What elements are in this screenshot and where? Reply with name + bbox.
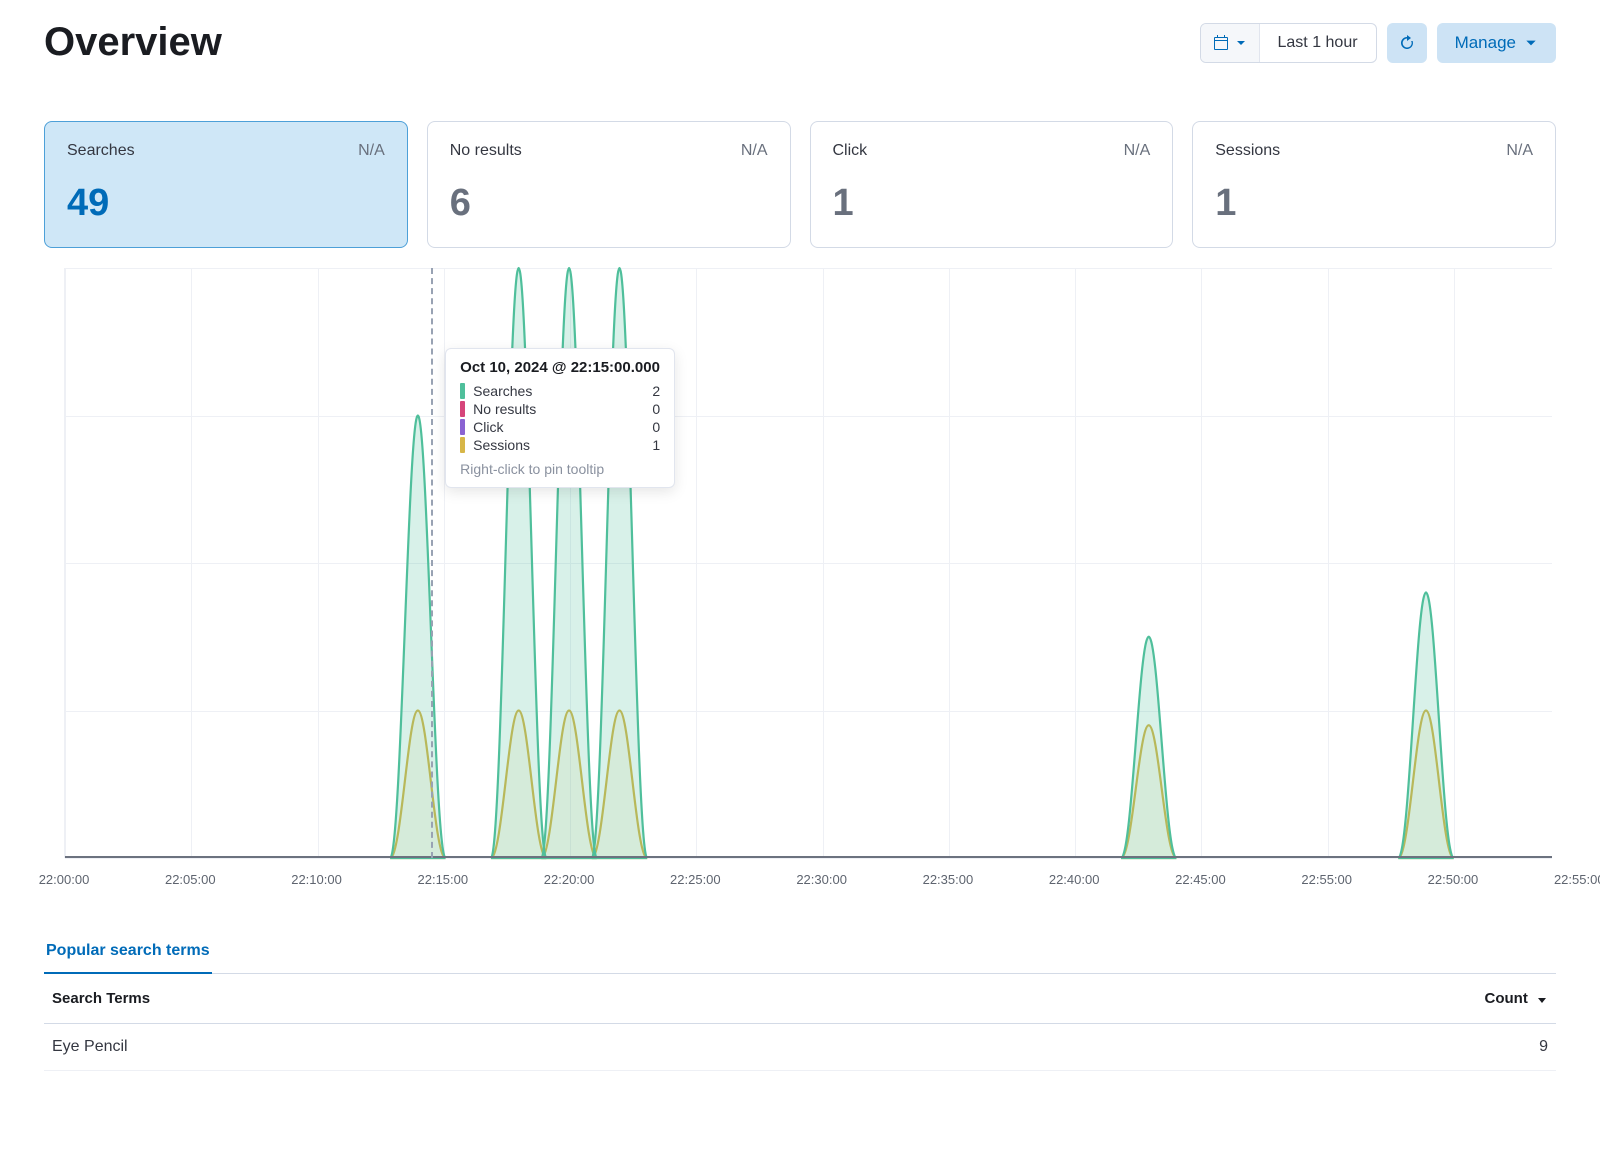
x-tick-label: 22:40:00 [1049, 872, 1100, 887]
x-tick-label: 22:55:00 [1554, 872, 1600, 887]
refresh-button[interactable] [1387, 23, 1427, 63]
stat-card-no-results[interactable]: No results N/A 6 [427, 121, 791, 248]
chevron-down-icon [1524, 36, 1538, 50]
tooltip-footer: Right-click to pin tooltip [460, 461, 660, 477]
tooltip-row: Sessions 1 [460, 436, 660, 454]
tooltip-series-value: 0 [652, 419, 660, 435]
chart-tooltip: Oct 10, 2024 @ 22:15:00.000 Searches2No … [445, 348, 675, 488]
search-terms-tabs: Popular search terms [44, 932, 1556, 974]
tooltip-row: Searches 2 [460, 382, 660, 400]
page-title: Overview [44, 20, 222, 65]
calendar-trigger[interactable] [1201, 24, 1260, 62]
tooltip-series-label: Sessions [473, 437, 644, 453]
tooltip-row: No results 0 [460, 400, 660, 418]
stat-card-sessions[interactable]: Sessions N/A 1 [1192, 121, 1556, 248]
tooltip-swatch [460, 383, 465, 399]
tooltip-series-value: 1 [652, 437, 660, 453]
stat-value: 49 [67, 182, 385, 225]
chart-hover-line [431, 268, 433, 858]
tooltip-swatch [460, 401, 465, 417]
chevron-down-icon [1235, 37, 1247, 49]
tooltip-swatch [460, 437, 465, 453]
cell-count: 9 [935, 1024, 1556, 1071]
col-header-count[interactable]: Count [935, 974, 1556, 1024]
cell-term: Eye Pencil [44, 1024, 935, 1071]
tooltip-series-label: Searches [473, 383, 644, 399]
manage-button-label: Manage [1455, 33, 1516, 53]
x-tick-label: 22:15:00 [418, 872, 469, 887]
time-range-picker[interactable]: Last 1 hour [1200, 23, 1377, 63]
calendar-icon [1213, 35, 1229, 51]
tooltip-series-value: 2 [652, 383, 660, 399]
x-tick-label: 22:05:00 [165, 872, 216, 887]
tooltip-series-label: Click [473, 419, 644, 435]
search-terms-table: Search Terms Count Eye Pencil9 [44, 974, 1556, 1071]
table-row[interactable]: Eye Pencil9 [44, 1024, 1556, 1071]
stat-value: 1 [1215, 182, 1533, 225]
stat-delta: N/A [1506, 142, 1533, 160]
x-tick-label: 22:00:00 [39, 872, 90, 887]
x-tick-label: 22:30:00 [796, 872, 847, 887]
stat-card-click[interactable]: Click N/A 1 [810, 121, 1174, 248]
tooltip-series-value: 0 [652, 401, 660, 417]
stat-delta: N/A [358, 142, 385, 160]
manage-button[interactable]: Manage [1437, 23, 1556, 63]
tooltip-row: Click 0 [460, 418, 660, 436]
tooltip-swatch [460, 419, 465, 435]
x-tick-label: 22:45:00 [1175, 872, 1226, 887]
stat-value: 1 [833, 182, 1151, 225]
metrics-chart[interactable]: Oct 10, 2024 @ 22:15:00.000 Searches2No … [64, 268, 1552, 898]
stat-card-searches[interactable]: Searches N/A 49 [44, 121, 408, 248]
tooltip-title: Oct 10, 2024 @ 22:15:00.000 [460, 359, 660, 376]
x-tick-label: 22:55:00 [1301, 872, 1352, 887]
tooltip-series-label: No results [473, 401, 644, 417]
stat-label: Sessions [1215, 142, 1280, 160]
time-range-label: Last 1 hour [1260, 24, 1376, 62]
x-tick-label: 22:10:00 [291, 872, 342, 887]
x-tick-label: 22:50:00 [1428, 872, 1479, 887]
refresh-icon [1399, 35, 1415, 51]
stat-value: 6 [450, 182, 768, 225]
stat-label: Searches [67, 142, 135, 160]
stat-label: No results [450, 142, 522, 160]
stat-delta: N/A [741, 142, 768, 160]
x-tick-label: 22:25:00 [670, 872, 721, 887]
stat-label: Click [833, 142, 868, 160]
tab-popular-search-terms[interactable]: Popular search terms [44, 932, 212, 974]
sort-desc-icon [1536, 993, 1548, 1005]
x-tick-label: 22:20:00 [544, 872, 595, 887]
col-header-search-terms[interactable]: Search Terms [44, 974, 935, 1024]
x-tick-label: 22:35:00 [923, 872, 974, 887]
stat-delta: N/A [1124, 142, 1151, 160]
